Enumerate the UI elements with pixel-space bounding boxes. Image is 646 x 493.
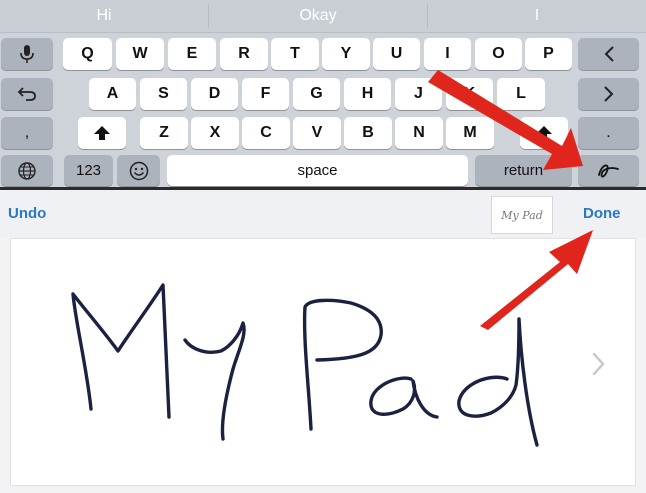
key-label: E bbox=[186, 45, 198, 62]
suggestion-bar: Hi Okay I bbox=[0, 0, 646, 33]
backspace-key[interactable] bbox=[578, 38, 639, 70]
key-h[interactable]: H bbox=[344, 78, 391, 110]
emoji-icon bbox=[129, 161, 148, 180]
key-s[interactable]: S bbox=[140, 78, 187, 110]
key-label: H bbox=[361, 85, 374, 102]
key-label: I bbox=[445, 45, 450, 62]
shift-icon bbox=[94, 126, 110, 140]
key-label: T bbox=[290, 45, 300, 62]
handwriting-canvas[interactable] bbox=[10, 238, 636, 486]
key-y[interactable]: Y bbox=[322, 38, 370, 70]
key-v[interactable]: V bbox=[293, 117, 341, 149]
key-label: S bbox=[158, 85, 169, 102]
space-key[interactable]: space bbox=[167, 155, 468, 186]
key-m[interactable]: M bbox=[446, 117, 494, 149]
done-button[interactable]: Done bbox=[583, 205, 621, 222]
key-label: B bbox=[362, 124, 374, 141]
key-label: A bbox=[106, 85, 119, 102]
key-label: O bbox=[492, 45, 505, 62]
dictation-key[interactable] bbox=[1, 38, 53, 70]
key-label: Z bbox=[159, 124, 169, 141]
shift-key[interactable] bbox=[78, 117, 126, 149]
key-c[interactable]: C bbox=[242, 117, 290, 149]
comma-key[interactable]: , bbox=[1, 117, 53, 149]
key-x[interactable]: X bbox=[191, 117, 239, 149]
key-e[interactable]: E bbox=[168, 38, 216, 70]
key-label: , bbox=[24, 124, 30, 141]
key-i[interactable]: I bbox=[424, 38, 471, 70]
key-u[interactable]: U bbox=[373, 38, 420, 70]
key-label: M bbox=[463, 124, 477, 141]
key-label: 123 bbox=[75, 162, 102, 179]
key-n[interactable]: N bbox=[395, 117, 443, 149]
globe-key[interactable] bbox=[1, 155, 53, 186]
undo-key[interactable] bbox=[1, 78, 53, 110]
backspace-icon bbox=[604, 46, 614, 62]
key-g[interactable]: G bbox=[293, 78, 340, 110]
key-q[interactable]: Q bbox=[63, 38, 112, 70]
numbers-key[interactable]: 123 bbox=[64, 155, 113, 186]
key-label: W bbox=[132, 45, 148, 62]
key-w[interactable]: W bbox=[116, 38, 164, 70]
key-label: Q bbox=[81, 45, 94, 62]
return-key[interactable]: return bbox=[475, 155, 572, 186]
key-label: J bbox=[414, 85, 423, 102]
undo-arrow-icon bbox=[17, 87, 36, 101]
key-label: K bbox=[463, 85, 476, 102]
microphone-icon bbox=[20, 45, 34, 63]
key-b[interactable]: B bbox=[344, 117, 392, 149]
suggestion-item[interactable]: Okay bbox=[209, 0, 427, 32]
key-o[interactable]: O bbox=[475, 38, 522, 70]
undo-button[interactable]: Undo bbox=[8, 205, 46, 222]
key-l[interactable]: L bbox=[497, 78, 545, 110]
key-label: L bbox=[516, 85, 526, 102]
keyboard: Hi Okay I Q W E R T Y U I O P A S D F G … bbox=[0, 0, 646, 187]
key-a[interactable]: A bbox=[89, 78, 136, 110]
key-label: X bbox=[209, 124, 221, 141]
forward-key[interactable] bbox=[578, 78, 639, 110]
key-label: Y bbox=[340, 45, 352, 62]
handwriting-preview: My Pad bbox=[491, 196, 553, 234]
key-label: C bbox=[260, 124, 272, 141]
key-p[interactable]: P bbox=[525, 38, 572, 70]
key-j[interactable]: J bbox=[395, 78, 442, 110]
key-label: F bbox=[260, 85, 271, 102]
key-label: space bbox=[297, 162, 338, 179]
preview-text: My Pad bbox=[501, 208, 543, 222]
handwriting-key[interactable] bbox=[578, 155, 639, 186]
key-r[interactable]: R bbox=[220, 38, 268, 70]
emoji-key[interactable] bbox=[117, 155, 160, 186]
shift-icon bbox=[536, 126, 552, 140]
key-z[interactable]: Z bbox=[140, 117, 188, 149]
key-label: N bbox=[413, 124, 425, 141]
key-label: R bbox=[238, 45, 250, 62]
suggestion-item[interactable]: Hi bbox=[0, 0, 208, 32]
handwriting-icon bbox=[597, 164, 619, 177]
key-label: return bbox=[503, 162, 544, 179]
key-k[interactable]: K bbox=[446, 78, 493, 110]
key-label: G bbox=[310, 85, 323, 102]
globe-icon bbox=[18, 161, 36, 180]
key-label: D bbox=[208, 85, 221, 102]
key-label: P bbox=[543, 45, 554, 62]
arrow-right-icon bbox=[603, 86, 613, 102]
handwriting-strokes bbox=[71, 283, 539, 447]
key-label: V bbox=[311, 124, 323, 141]
key-label: U bbox=[390, 45, 403, 62]
suggestion-item[interactable]: I bbox=[428, 0, 646, 32]
shift-key-right[interactable] bbox=[520, 117, 568, 149]
key-t[interactable]: T bbox=[271, 38, 319, 70]
period-key[interactable]: . bbox=[578, 117, 639, 149]
key-label: . bbox=[606, 124, 611, 141]
chevron-right-icon[interactable] bbox=[592, 352, 606, 376]
key-f[interactable]: F bbox=[242, 78, 289, 110]
key-d[interactable]: D bbox=[191, 78, 238, 110]
